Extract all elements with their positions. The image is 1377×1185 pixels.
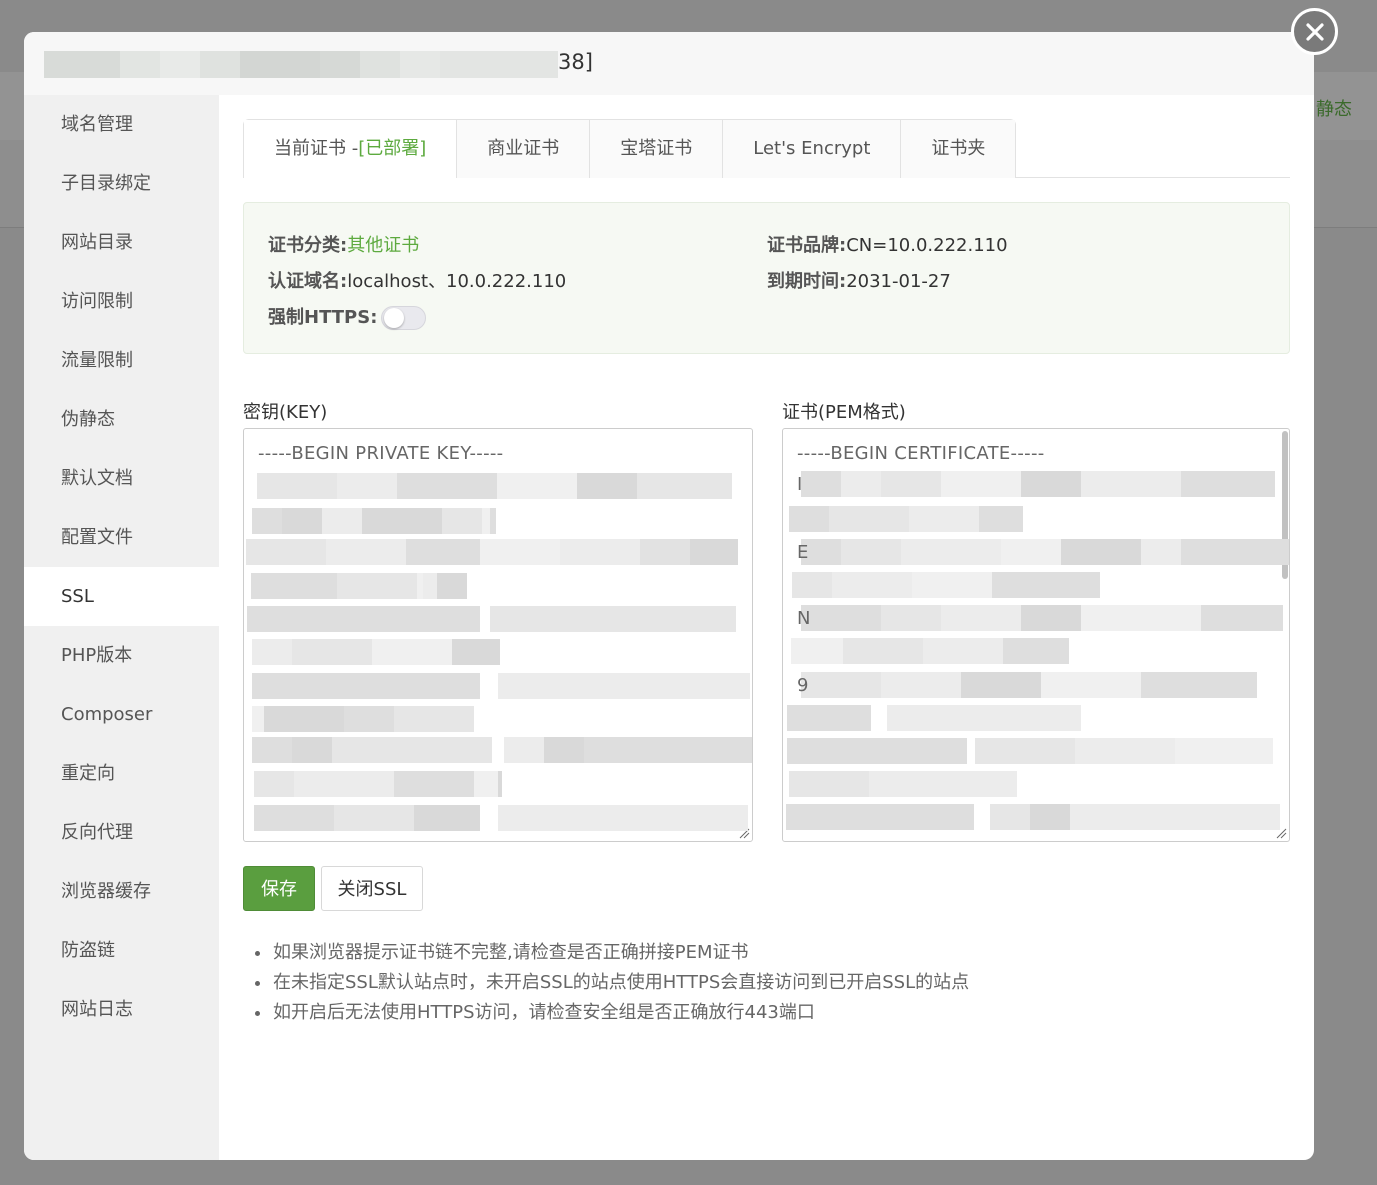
redacted-line <box>801 471 1275 497</box>
sidebar-item[interactable]: 浏览器缓存 <box>24 862 219 921</box>
redacted-line <box>252 639 500 665</box>
tips-list: 如果浏览器提示证书链不完整,请检查是否正确拼接PEM证书 在未指定SSL默认站点时… <box>253 938 969 1028</box>
sidebar-item[interactable]: PHP版本 <box>24 626 219 685</box>
cert-brand: 证书品牌:CN=10.0.222.110 <box>767 231 1008 257</box>
redacted-line <box>792 572 1100 598</box>
cert-first-line: -----BEGIN CERTIFICATE----- <box>797 443 1045 464</box>
redacted-line <box>801 672 1257 698</box>
background-page-text: 静态 <box>1316 99 1352 120</box>
certificate-textarea[interactable]: -----BEGIN CERTIFICATE----- I E N 9 <box>782 428 1290 842</box>
redacted-title <box>44 51 558 78</box>
redacted-line <box>257 473 732 499</box>
redacted-line <box>246 539 738 565</box>
sidebar-item[interactable]: 网站日志 <box>24 980 219 1039</box>
cert-domain: 认证域名:localhost、10.0.222.110 <box>268 267 566 293</box>
close-dialog-button[interactable] <box>1291 8 1338 55</box>
tab-current-certificate[interactable]: 当前证书 -[已部署] <box>244 120 457 180</box>
cert-brand-label: 证书品牌: <box>767 235 847 256</box>
cert-domain-label: 认证域名: <box>268 271 348 292</box>
redacted-line <box>786 804 1280 830</box>
sidebar-item[interactable]: 域名管理 <box>24 95 219 154</box>
redacted-line <box>254 805 748 831</box>
cert-line-lead-char: N <box>797 608 811 629</box>
sidebar-item[interactable]: 访问限制 <box>24 272 219 331</box>
redacted-line <box>789 771 1017 797</box>
key-first-line: -----BEGIN PRIVATE KEY----- <box>258 443 504 464</box>
certificate-info: 证书分类:其他证书 证书品牌:CN=10.0.222.110 认证域名:loca… <box>243 202 1290 354</box>
save-button[interactable]: 保存 <box>243 866 315 911</box>
sidebar-item[interactable]: 网站目录 <box>24 213 219 272</box>
force-https-toggle[interactable] <box>381 306 427 330</box>
tab-certificate-folder[interactable]: 证书夹 <box>900 120 1016 178</box>
redacted-line <box>787 738 1273 764</box>
settings-sidebar: 域名管理 子目录绑定 网站目录 访问限制 流量限制 伪静态 默认文档 配置文件 SSL PHP版本… <box>24 95 219 1160</box>
cert-expiry-value: 2031-01-27 <box>846 271 951 292</box>
sidebar-item[interactable]: SSL <box>24 567 219 626</box>
close-ssl-button[interactable]: 关闭SSL <box>321 866 423 911</box>
cert-line-lead-char: 9 <box>797 675 809 696</box>
tab-baota-certificate[interactable]: 宝塔证书 <box>589 120 723 178</box>
sidebar-item[interactable]: 反向代理 <box>24 803 219 862</box>
sidebar-item[interactable]: 防盗链 <box>24 921 219 980</box>
dialog-title: 38] <box>558 50 593 74</box>
cert-label: 证书(PEM格式) <box>782 402 906 423</box>
sidebar-item[interactable]: 配置文件 <box>24 508 219 567</box>
cert-category: 证书分类:其他证书 <box>268 231 419 257</box>
redacted-line <box>801 539 1289 565</box>
redacted-line <box>789 506 1023 532</box>
dialog-header: 38] <box>24 32 1314 95</box>
force-https-label: 强制HTTPS: <box>268 307 378 328</box>
sidebar-item[interactable]: 默认文档 <box>24 449 219 508</box>
redacted-line <box>787 705 1081 731</box>
sidebar-item[interactable]: 重定向 <box>24 744 219 803</box>
site-settings-dialog: 38] 域名管理 子目录绑定 网站目录 访问限制 流量限制 伪静态 默认文档 配置文件 SSL P… <box>24 32 1314 1160</box>
cert-expiry: 到期时间:2031-01-27 <box>767 267 951 293</box>
tab-commercial-certificate[interactable]: 商业证书 <box>456 120 590 178</box>
cert-line-lead-char: I <box>797 474 803 495</box>
redacted-line <box>252 673 750 699</box>
tab-current-label: 当前证书 - <box>274 138 359 159</box>
force-https: 强制HTTPS: <box>268 303 427 330</box>
deployed-status: [已部署] <box>358 138 427 159</box>
cert-category-label: 证书分类: <box>268 235 348 256</box>
sidebar-item[interactable]: 流量限制 <box>24 331 219 390</box>
sidebar-item[interactable]: 子目录绑定 <box>24 154 219 213</box>
redacted-line <box>252 737 752 763</box>
redacted-line <box>252 706 474 732</box>
sidebar-item[interactable]: 伪静态 <box>24 390 219 449</box>
tip-item: 在未指定SSL默认站点时，未开启SSL的站点使用HTTPS会直接访问到已开启SS… <box>253 968 969 998</box>
private-key-textarea[interactable]: -----BEGIN PRIVATE KEY----- <box>243 428 753 842</box>
cert-domain-value: localhost、10.0.222.110 <box>347 271 567 292</box>
redacted-line <box>254 771 502 797</box>
close-icon <box>1305 22 1324 41</box>
redacted-line <box>251 573 467 599</box>
redacted-line <box>791 638 1069 664</box>
cert-line-lead-char: E <box>797 542 809 563</box>
cert-category-value: 其他证书 <box>347 235 420 256</box>
tip-item: 如开启后无法使用HTTPS访问，请检查安全组是否正确放行443端口 <box>253 998 969 1028</box>
tip-item: 如果浏览器提示证书链不完整,请检查是否正确拼接PEM证书 <box>253 938 969 968</box>
redacted-line <box>801 605 1283 631</box>
tab-letsencrypt[interactable]: Let's Encrypt <box>722 120 901 178</box>
redacted-line <box>247 606 736 632</box>
ssl-tabs: 当前证书 -[已部署] 商业证书 宝塔证书 Let's Encrypt 证书夹 <box>243 119 1290 180</box>
cert-expiry-label: 到期时间: <box>767 271 847 292</box>
redacted-line <box>252 508 496 534</box>
sidebar-item[interactable]: Composer <box>24 685 219 744</box>
key-label: 密钥(KEY) <box>243 402 328 423</box>
cert-brand-value: CN=10.0.222.110 <box>846 235 1008 256</box>
